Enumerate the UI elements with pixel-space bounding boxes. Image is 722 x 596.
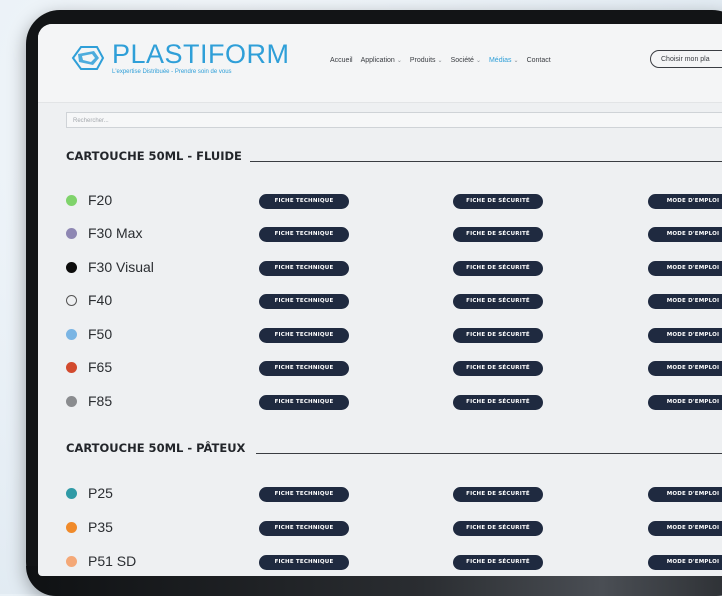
safety-sheet-button[interactable]: FICHE DE SÉCURITÉ bbox=[453, 261, 543, 276]
usage-guide-button[interactable]: MODE D'EMPLOI bbox=[648, 261, 722, 276]
screen: PLASTIFORM L'expertise Distribuée - Pren… bbox=[38, 24, 722, 576]
usage-guide-button[interactable]: MODE D'EMPLOI bbox=[648, 361, 722, 376]
nav-item-application[interactable]: Application ⌄ bbox=[361, 57, 402, 64]
safety-sheet-button[interactable]: FICHE DE SÉCURITÉ bbox=[453, 328, 543, 343]
safety-sheet-button[interactable]: FICHE DE SÉCURITÉ bbox=[453, 194, 543, 209]
site-header: PLASTIFORM L'expertise Distribuée - Pren… bbox=[38, 24, 722, 103]
tech-sheet-button[interactable]: FICHE TECHNIQUE bbox=[259, 487, 349, 502]
nav-label: Accueil bbox=[330, 57, 353, 64]
color-dot bbox=[66, 228, 77, 239]
usage-guide-button[interactable]: MODE D'EMPLOI bbox=[648, 194, 722, 209]
product-name: F30 Visual bbox=[88, 259, 154, 275]
usage-guide-button[interactable]: MODE D'EMPLOI bbox=[648, 555, 722, 570]
color-dot bbox=[66, 329, 77, 340]
nav-label: Société bbox=[450, 57, 474, 64]
nav-label: Produits bbox=[409, 57, 436, 64]
nav-item-contact[interactable]: Contact bbox=[527, 57, 551, 64]
nav-item-medias[interactable]: Médias ⌄ bbox=[489, 57, 519, 64]
product-row-p51-sd: P51 SD FICHE TECHNIQUE FICHE DE SÉCURITÉ… bbox=[66, 552, 722, 572]
product-row-f20: F20 FICHE TECHNIQUE FICHE DE SÉCURITÉ MO… bbox=[66, 191, 722, 211]
product-row-f40: F40 FICHE TECHNIQUE FICHE DE SÉCURITÉ MO… bbox=[66, 291, 722, 311]
brand-name: PLASTIFORM bbox=[112, 39, 290, 69]
plastiform-logo-icon bbox=[68, 43, 106, 73]
product-row-p25: P25 FICHE TECHNIQUE FICHE DE SÉCURITÉ MO… bbox=[66, 484, 722, 504]
safety-sheet-button[interactable]: FICHE DE SÉCURITÉ bbox=[453, 555, 543, 570]
chevron-down-icon: ⌄ bbox=[396, 58, 402, 64]
nav-item-produits[interactable]: Produits ⌄ bbox=[410, 57, 443, 64]
usage-guide-button[interactable]: MODE D'EMPLOI bbox=[648, 227, 722, 242]
main-nav: Accueil Application ⌄ Produits ⌄ Société ⌄ … bbox=[330, 57, 551, 64]
safety-sheet-button[interactable]: FICHE DE SÉCURITÉ bbox=[453, 227, 543, 242]
logo[interactable]: PLASTIFORM L'expertise Distribuée - Pren… bbox=[68, 40, 290, 75]
product-name: F50 bbox=[88, 326, 113, 342]
color-dot bbox=[66, 362, 77, 373]
product-name: F30 Max bbox=[88, 225, 143, 241]
tech-sheet-button[interactable]: FICHE TECHNIQUE bbox=[259, 395, 349, 410]
nav-item-societe[interactable]: Société ⌄ bbox=[451, 57, 481, 64]
tech-sheet-button[interactable]: FICHE TECHNIQUE bbox=[259, 361, 349, 376]
tech-sheet-button[interactable]: FICHE TECHNIQUE bbox=[259, 555, 349, 570]
choose-plan-button[interactable]: Choisir mon pla bbox=[650, 50, 722, 68]
tech-sheet-button[interactable]: FICHE TECHNIQUE bbox=[259, 227, 349, 242]
chevron-down-icon: ⌄ bbox=[437, 58, 443, 64]
product-name: F65 bbox=[88, 359, 113, 375]
product-name: F85 bbox=[88, 393, 113, 409]
usage-guide-button[interactable]: MODE D'EMPLOI bbox=[648, 395, 722, 410]
section-divider bbox=[250, 161, 722, 162]
nav-item-accueil[interactable]: Accueil bbox=[330, 57, 353, 64]
usage-guide-button[interactable]: MODE D'EMPLOI bbox=[648, 521, 722, 536]
product-name: P25 bbox=[88, 485, 113, 501]
safety-sheet-button[interactable]: FICHE DE SÉCURITÉ bbox=[453, 361, 543, 376]
section-title-fluide: CARTOUCHE 50ML - FLUIDE bbox=[66, 149, 242, 163]
color-dot bbox=[66, 195, 77, 206]
chevron-down-icon: ⌄ bbox=[475, 58, 481, 64]
product-row-f30-visual: F30 Visual FICHE TECHNIQUE FICHE DE SÉCU… bbox=[66, 258, 722, 278]
color-dot bbox=[66, 396, 77, 407]
product-row-f30-max: F30 Max FICHE TECHNIQUE FICHE DE SÉCURIT… bbox=[66, 224, 722, 244]
product-row-p35: P35 FICHE TECHNIQUE FICHE DE SÉCURITÉ MO… bbox=[66, 518, 722, 538]
tech-sheet-button[interactable]: FICHE TECHNIQUE bbox=[259, 194, 349, 209]
color-dot bbox=[66, 556, 77, 567]
safety-sheet-button[interactable]: FICHE DE SÉCURITÉ bbox=[453, 487, 543, 502]
tech-sheet-button[interactable]: FICHE TECHNIQUE bbox=[259, 521, 349, 536]
tech-sheet-button[interactable]: FICHE TECHNIQUE bbox=[259, 328, 349, 343]
brand-tagline: L'expertise Distribuée - Prendre soin de… bbox=[112, 69, 232, 75]
chevron-down-icon: ⌄ bbox=[513, 58, 519, 64]
product-name: P51 SD bbox=[88, 553, 137, 569]
safety-sheet-button[interactable]: FICHE DE SÉCURITÉ bbox=[453, 294, 543, 309]
color-dot bbox=[66, 262, 77, 273]
nav-label: Application bbox=[360, 57, 395, 64]
usage-guide-button[interactable]: MODE D'EMPLOI bbox=[648, 487, 722, 502]
nav-label: Contact bbox=[526, 57, 551, 64]
nav-label: Médias bbox=[488, 57, 512, 64]
section-divider bbox=[256, 453, 722, 454]
product-name: F40 bbox=[88, 292, 113, 308]
product-row-f50: F50 FICHE TECHNIQUE FICHE DE SÉCURITÉ MO… bbox=[66, 325, 722, 345]
safety-sheet-button[interactable]: FICHE DE SÉCURITÉ bbox=[453, 521, 543, 536]
section-title-pateux: CARTOUCHE 50ML - PÂTEUX bbox=[66, 441, 246, 455]
usage-guide-button[interactable]: MODE D'EMPLOI bbox=[648, 294, 722, 309]
product-name: F20 bbox=[88, 192, 113, 208]
search-input[interactable]: Rechercher... bbox=[66, 112, 722, 128]
product-name: P35 bbox=[88, 519, 113, 535]
color-dot bbox=[66, 488, 77, 499]
product-row-f65: F65 FICHE TECHNIQUE FICHE DE SÉCURITÉ MO… bbox=[66, 358, 722, 378]
usage-guide-button[interactable]: MODE D'EMPLOI bbox=[648, 328, 722, 343]
tech-sheet-button[interactable]: FICHE TECHNIQUE bbox=[259, 261, 349, 276]
color-dot bbox=[66, 522, 77, 533]
color-dot bbox=[66, 295, 77, 306]
safety-sheet-button[interactable]: FICHE DE SÉCURITÉ bbox=[453, 395, 543, 410]
product-row-f85: F85 FICHE TECHNIQUE FICHE DE SÉCURITÉ MO… bbox=[66, 392, 722, 412]
tech-sheet-button[interactable]: FICHE TECHNIQUE bbox=[259, 294, 349, 309]
